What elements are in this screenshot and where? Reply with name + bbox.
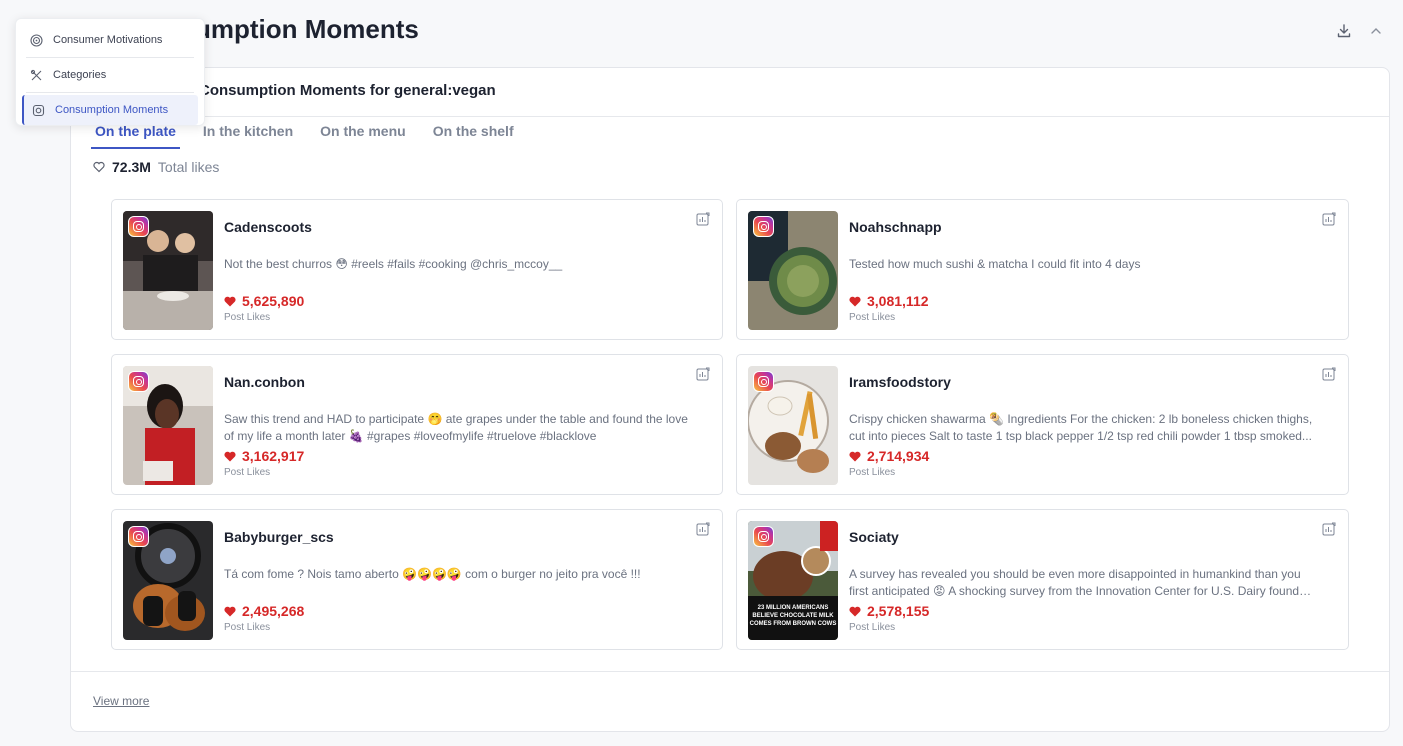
post-likes: 3,162,917 <box>224 448 304 464</box>
thumbnail-caption: COMES FROM BROWN COWS <box>750 621 837 627</box>
post-likes: 3,081,112 <box>849 293 929 309</box>
post-likes-value: 3,162,917 <box>242 448 305 464</box>
total-likes-label: Total likes <box>157 159 220 175</box>
instagram-badge-icon <box>128 216 149 237</box>
tab-on-the-shelf[interactable]: On the shelf <box>429 119 518 149</box>
target-icon <box>30 33 43 47</box>
post-likes-label: Post Likes <box>849 312 896 323</box>
post-likes-label: Post Likes <box>224 467 271 478</box>
post-author[interactable]: Cadenscoots <box>224 219 312 235</box>
post-likes-value: 2,495,268 <box>242 603 305 619</box>
post-likes: 5,625,890 <box>224 293 304 309</box>
panel-heading: Consumption Moments for general:vegan <box>71 68 1389 117</box>
heart-icon <box>849 451 861 461</box>
post-card[interactable]: Cadenscoots Not the best churros 😳 #reel… <box>111 199 723 340</box>
menu-item-consumption-moments[interactable]: Consumption Moments <box>22 95 198 125</box>
post-author[interactable]: Nan.conbon <box>224 374 305 390</box>
post-thumbnail[interactable] <box>748 211 838 330</box>
menu-item-label: Consumption Moments <box>55 104 169 116</box>
instagram-badge-icon <box>128 371 149 392</box>
heart-outline-icon <box>93 161 105 173</box>
menu-divider <box>26 57 194 58</box>
post-caption: Saw this trend and HAD to participate 🤭 … <box>224 412 688 443</box>
menu-divider <box>26 92 194 93</box>
post-likes-label: Post Likes <box>224 312 271 323</box>
heart-icon <box>224 296 236 306</box>
post-likes-value: 3,081,112 <box>867 293 929 309</box>
section-nav-menu: Consumer Motivations Categories Consumpt… <box>15 18 205 126</box>
post-likes-value: 2,714,934 <box>867 448 930 464</box>
chevron-up-icon[interactable] <box>1367 22 1385 40</box>
post-author[interactable]: Iramsfoodstory <box>849 374 951 390</box>
total-likes-value: 72.3M <box>112 159 151 175</box>
tab-on-the-menu[interactable]: On the menu <box>316 119 410 149</box>
post-card[interactable]: Noahschnapp Tested how much sushi & matc… <box>736 199 1349 340</box>
post-card[interactable]: Iramsfoodstory Crispy chicken shawarma 🌯… <box>736 354 1349 495</box>
instagram-badge-icon <box>753 216 774 237</box>
menu-item-label: Categories <box>53 69 107 81</box>
post-caption: Not the best churros 😳 #reels #fails #co… <box>224 257 563 271</box>
top-actions <box>1335 22 1385 40</box>
instagram-icon <box>32 104 45 116</box>
post-likes-label: Post Likes <box>224 622 271 633</box>
post-stats-icon[interactable] <box>1322 367 1336 381</box>
post-thumbnail[interactable] <box>748 366 838 485</box>
post-stats-icon[interactable] <box>1322 522 1336 536</box>
post-likes-label: Post Likes <box>849 622 896 633</box>
total-likes: 72.3M Total likes <box>93 159 219 175</box>
post-stats-icon[interactable] <box>696 367 710 381</box>
post-caption: Tá com fome ? Nois tamo aberto 🤪🤪🤪🤪 com … <box>224 567 641 581</box>
post-likes-value: 2,578,155 <box>867 603 930 619</box>
post-stats-icon[interactable] <box>696 522 710 536</box>
post-stats-icon[interactable] <box>1322 212 1336 226</box>
thumbnail-caption: 23 MILLION AMERICANS <box>758 605 829 611</box>
post-stats-icon[interactable] <box>696 212 710 226</box>
post-likes: 2,495,268 <box>224 603 304 619</box>
instagram-badge-icon <box>753 526 774 547</box>
heart-icon <box>224 451 236 461</box>
instagram-badge-icon <box>128 526 149 547</box>
post-author[interactable]: Sociaty <box>849 529 899 545</box>
post-caption: A survey has revealed you should be even… <box>849 567 1301 598</box>
post-author[interactable]: Babyburger_scs <box>224 529 334 545</box>
utensils-icon <box>30 69 42 80</box>
post-caption: Tested how much sushi & matcha I could f… <box>849 257 1141 271</box>
menu-item-label: Consumer Motivations <box>53 34 163 46</box>
heart-icon <box>849 296 861 306</box>
consumption-moments-panel: Consumption Moments for general:vegan On… <box>70 67 1390 732</box>
panel-footer-divider <box>71 671 1389 672</box>
post-thumbnail[interactable] <box>123 211 213 330</box>
menu-item-categories[interactable]: Categories <box>22 60 198 90</box>
tab-in-the-kitchen[interactable]: In the kitchen <box>199 119 297 149</box>
posts-grid: Cadenscoots Not the best churros 😳 #reel… <box>111 199 1349 650</box>
menu-item-consumer-motivations[interactable]: Consumer Motivations <box>22 25 198 55</box>
post-caption: Crispy chicken shawarma 🌯 Ingredients Fo… <box>849 412 1313 443</box>
post-likes: 2,714,934 <box>849 448 929 464</box>
post-likes: 2,578,155 <box>849 603 929 619</box>
post-thumbnail[interactable]: 23 MILLION AMERICANS BELIEVE CHOCOLATE M… <box>748 521 838 640</box>
post-likes-value: 5,625,890 <box>242 293 305 309</box>
post-likes-label: Post Likes <box>849 467 896 478</box>
post-card[interactable]: Babyburger_scs Tá com fome ? Nois tamo a… <box>111 509 723 650</box>
heart-icon <box>224 606 236 616</box>
post-author[interactable]: Noahschnapp <box>849 219 942 235</box>
download-icon[interactable] <box>1335 22 1353 40</box>
thumbnail-caption: BELIEVE CHOCOLATE MILK <box>752 613 834 619</box>
view-more-link[interactable]: View more <box>93 694 149 708</box>
instagram-badge-icon <box>753 371 774 392</box>
post-card[interactable]: 23 MILLION AMERICANS BELIEVE CHOCOLATE M… <box>736 509 1349 650</box>
post-thumbnail[interactable] <box>123 521 213 640</box>
heart-icon <box>849 606 861 616</box>
post-card[interactable]: Nan.conbon Saw this trend and HAD to par… <box>111 354 723 495</box>
post-thumbnail[interactable] <box>123 366 213 485</box>
